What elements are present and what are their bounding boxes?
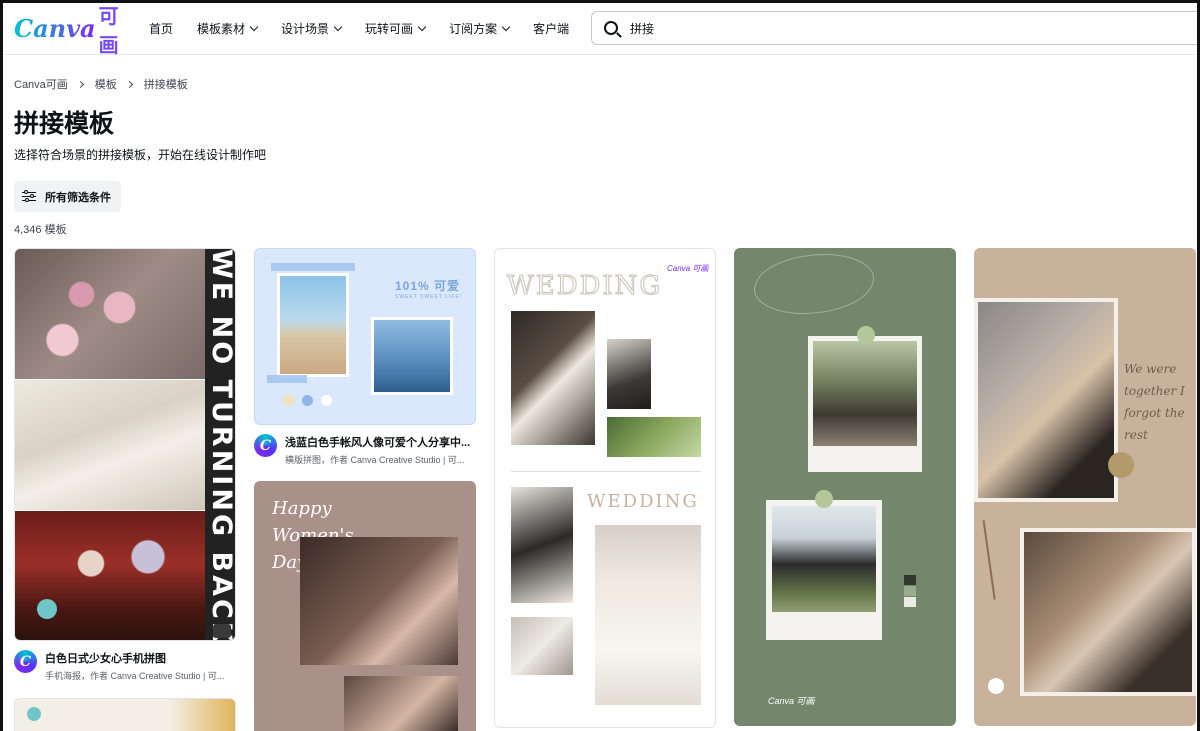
nav-label: 客户端 xyxy=(533,22,570,36)
swatch-mid xyxy=(904,586,916,596)
nav-scenes[interactable]: 设计场景 xyxy=(281,20,343,37)
canva-logo[interactable]: Canva 可画 xyxy=(14,0,134,58)
vertical-slogan: WE NO TURNING BACK xyxy=(206,249,236,641)
chevron-down-icon xyxy=(501,22,511,32)
creator-avatar[interactable]: C xyxy=(254,434,277,457)
chevron-down-icon xyxy=(333,22,343,32)
woman-reading-photo xyxy=(1020,528,1196,696)
chevron-down-icon xyxy=(249,22,259,32)
beach-girl-photo-1 xyxy=(277,273,349,377)
red-kimono-photo xyxy=(15,511,205,640)
chevron-right-icon xyxy=(125,80,133,88)
bride-back-photo xyxy=(595,525,701,705)
card-title[interactable]: 浅蓝白色手帐风人像可爱个人分享中... xyxy=(285,434,470,450)
chevron-right-icon xyxy=(76,80,84,88)
nav-label: 订阅方案 xyxy=(449,22,498,36)
nav-client[interactable]: 客户端 xyxy=(533,20,569,37)
color-dot xyxy=(283,395,294,406)
filter-sliders-icon xyxy=(22,190,36,203)
card-meta-blue: C 浅蓝白色手帐风人像可爱个人分享中... 横版拼图，作者 Canva Crea… xyxy=(254,434,470,466)
main-nav: 首页 模板素材 设计场景 玩转可画 订阅方案 客户端 xyxy=(149,20,593,37)
rings-photo xyxy=(511,617,573,675)
search-value: 拼接 xyxy=(630,21,655,36)
wedding-title-2: WEDDING xyxy=(587,491,699,512)
template-card-japanese[interactable]: WE NO TURNING BACK xyxy=(14,248,236,641)
tape-strip xyxy=(267,375,307,383)
top-header: Canva 可画 首页 模板素材 设计场景 玩转可画 订阅方案 客户端 拼接 xyxy=(3,0,1200,58)
cute-badge: 101% 可爱 xyxy=(395,279,461,293)
beach-girl-photo-2 xyxy=(371,317,453,395)
white-kimono-photo xyxy=(15,380,205,510)
swatch-dark xyxy=(904,575,916,585)
polaroid-temple xyxy=(766,500,882,640)
template-card-sage[interactable]: Canva 可画 xyxy=(734,248,956,726)
script-quote: We were together I forgot the rest xyxy=(1124,362,1185,442)
canva-badge-icon xyxy=(37,599,57,619)
pin-circle xyxy=(857,326,875,344)
search-icon xyxy=(604,21,618,35)
premium-crown-icon xyxy=(213,624,231,638)
nav-home[interactable]: 首页 xyxy=(149,20,173,37)
couple-photo xyxy=(607,339,651,409)
canva-mini-logo: Canva 可画 xyxy=(667,264,709,273)
template-card-partial[interactable] xyxy=(14,698,236,731)
search-input[interactable]: 拼接 xyxy=(591,11,1200,45)
card-meta-japanese: C 白色日式少女心手机拼图 手机海报，作者 Canva Creative Stu… xyxy=(14,650,224,682)
template-card-blue[interactable]: 101% 可爱 SWEET SWEET LIFE! xyxy=(254,248,476,425)
nav-pricing[interactable]: 订阅方案 xyxy=(449,20,511,37)
nav-label: 首页 xyxy=(149,22,174,36)
page-subtitle: 选择符合场景的拼接模板，开始在线设计制作吧 xyxy=(14,148,267,162)
chevron-down-icon xyxy=(417,22,427,32)
woman-portrait-photo xyxy=(300,537,458,665)
woman-brick-photo xyxy=(974,298,1118,502)
leaf-decoration xyxy=(754,254,874,314)
woman-portrait-photo-2 xyxy=(344,676,458,731)
breadcrumb-templates[interactable]: 模板 xyxy=(95,76,117,92)
couple-hands-photo xyxy=(511,487,573,603)
color-dot xyxy=(321,395,332,406)
cherry-blossom-photo xyxy=(15,249,205,379)
pin-circle xyxy=(815,490,833,508)
divider-line xyxy=(511,471,701,472)
breadcrumb: Canva可画 模板 拼接模板 xyxy=(14,76,188,92)
swatch-light xyxy=(904,597,916,607)
garden-photo xyxy=(607,417,701,457)
filter-label: 所有筛选条件 xyxy=(45,191,111,204)
template-card-womens-day[interactable]: Happy Women's Day xyxy=(254,481,476,731)
nav-label: 模板素材 xyxy=(197,22,246,36)
wedding-title-1: WEDDING xyxy=(506,271,663,302)
nav-templates[interactable]: 模板素材 xyxy=(197,20,259,37)
page-title: 拼接模板 xyxy=(14,110,115,138)
sage-brand-logo: Canva 可画 xyxy=(768,696,815,706)
template-card-taupe[interactable]: We were together I forgot the rest xyxy=(974,248,1196,726)
bride-bouquet-photo xyxy=(511,311,595,445)
card-subtitle: 横版拼图，作者 Canva Creative Studio | 可... xyxy=(285,455,465,465)
wax-seal xyxy=(1108,452,1134,478)
breadcrumb-home[interactable]: Canva可画 xyxy=(14,76,68,92)
nav-label: 玩转可画 xyxy=(365,22,414,36)
canva-badge-icon xyxy=(27,707,41,721)
canva-badge-icon xyxy=(988,678,1004,694)
logo-text: Canva xyxy=(14,14,96,43)
polaroid-street xyxy=(808,336,922,472)
card-subtitle: 手机海报，作者 Canva Creative Studio | 可... xyxy=(45,671,225,681)
all-filters-button[interactable]: 所有筛选条件 xyxy=(14,181,121,212)
breadcrumb-current: 拼接模板 xyxy=(143,79,188,91)
template-count: 4,346 模板 xyxy=(14,224,67,236)
card-title[interactable]: 白色日式少女心手机拼图 xyxy=(45,650,224,666)
template-card-wedding[interactable]: WEDDING Canva 可画 WEDDING xyxy=(494,248,716,728)
logo-cn: 可画 xyxy=(99,0,134,58)
nav-label: 设计场景 xyxy=(281,22,330,36)
color-dot xyxy=(302,395,313,406)
dried-flower xyxy=(982,516,1024,600)
creator-avatar[interactable]: C xyxy=(14,650,37,673)
tape-strip xyxy=(271,263,355,271)
cute-badge-sub: SWEET SWEET LIFE! xyxy=(395,294,463,300)
nav-explore[interactable]: 玩转可画 xyxy=(365,20,427,37)
